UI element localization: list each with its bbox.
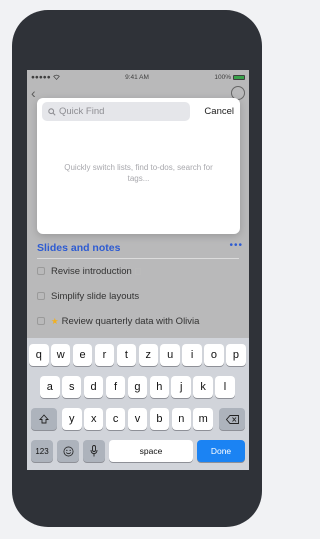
letter-key[interactable]: m [193,408,213,430]
todo-checkbox[interactable] [37,267,45,275]
letter-key[interactable]: b [149,408,170,430]
letter-key[interactable]: q [29,344,49,366]
done-key[interactable]: Done [197,440,245,462]
letter-key[interactable]: j [171,376,191,398]
letter-key[interactable]: e [72,344,93,366]
letter-key[interactable]: l [215,376,235,398]
quick-find-popup: Cancel Quickly switch lists, find to-dos… [37,98,240,234]
emoji-icon [63,446,73,456]
note-icon [134,267,141,275]
letter-key[interactable]: n [171,408,192,430]
letter-key[interactable]: g [127,376,148,398]
letter-key[interactable]: u [160,344,180,366]
todo-checkbox[interactable] [37,317,45,325]
letter-key[interactable]: k [193,376,213,398]
microphone-icon [90,445,98,457]
letter-key[interactable]: y [62,408,82,430]
space-key[interactable]: space [109,440,193,462]
star-icon: ★ [51,315,59,326]
more-options-button[interactable]: ••• [229,240,243,251]
shift-key[interactable] [31,408,57,430]
letter-key[interactable]: r [94,344,115,366]
todo-label: Simplify slide layouts [51,290,140,302]
letter-key[interactable]: s [61,376,82,398]
search-input[interactable] [59,106,184,117]
letter-key[interactable]: c [105,408,126,430]
todo-item[interactable]: Revise introduction [37,264,141,278]
letter-key[interactable]: o [204,344,224,366]
app-screen: ●●●●● 9:41 AM 100% ‹ Cancel Quickly swit… [27,70,249,470]
letter-key[interactable]: h [149,376,170,398]
shift-icon [39,414,49,424]
letter-key[interactable]: d [83,376,104,398]
todo-item[interactable]: Simplify slide layouts [37,289,139,303]
cancel-button[interactable]: Cancel [204,106,234,117]
heading-divider [37,258,239,259]
letter-key[interactable]: w [50,344,71,366]
backspace-key[interactable] [219,408,245,430]
todo-label: Review quarterly data with Olivia [61,315,200,327]
keyboard: qwertzuiop asdfghjkl yxcvbnm 123 space D… [27,338,249,470]
quick-find-search-field[interactable] [42,102,190,121]
letter-key[interactable]: a [40,376,60,398]
letter-key[interactable]: t [116,344,137,366]
todo-item[interactable]: ★ Review quarterly data with Olivia [37,314,199,328]
letter-key[interactable]: f [105,376,126,398]
list-heading[interactable]: Slides and notes [37,242,120,254]
search-icon [48,107,56,116]
todo-checkbox[interactable] [37,292,45,300]
todo-label: Revise introduction [51,265,132,277]
emoji-key[interactable] [57,440,79,462]
quick-find-hint: Quickly switch lists, find to-dos, searc… [64,163,213,183]
numbers-key[interactable]: 123 [31,440,53,462]
letter-key[interactable]: p [226,344,246,366]
letter-key[interactable]: i [182,344,202,366]
backspace-icon [225,414,239,424]
letter-key[interactable]: x [83,408,104,430]
dictation-key[interactable] [83,440,105,462]
letter-key[interactable]: z [138,344,159,366]
letter-key[interactable]: v [127,408,148,430]
